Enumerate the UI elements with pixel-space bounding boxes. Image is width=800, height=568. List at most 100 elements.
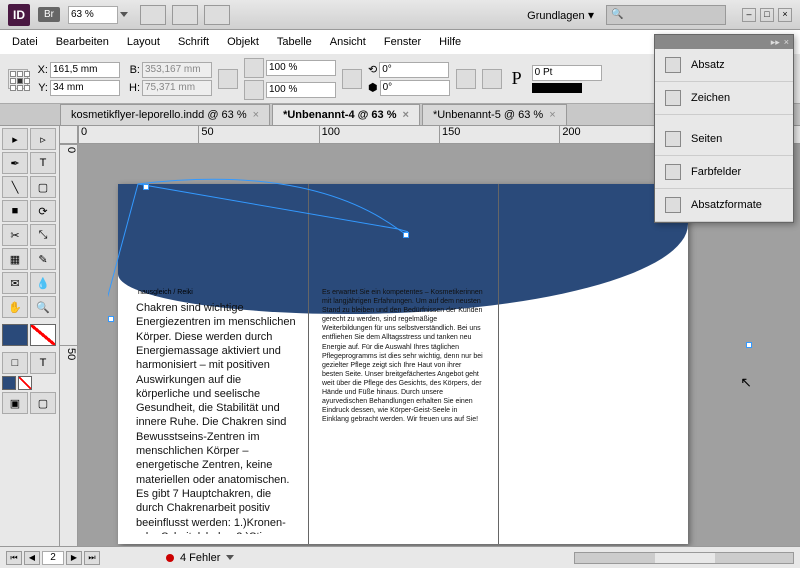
view-options-icon[interactable] [140,5,166,25]
panel-farbfelder[interactable]: Farbfelder [655,156,793,189]
zoom-input[interactable] [68,6,118,24]
ruler-origin[interactable] [60,126,78,144]
vertical-ruler[interactable]: 050 [60,144,78,546]
page-spread[interactable]: nausgleich / Reiki Chakren sind wichtige… [118,184,688,544]
apply-none[interactable] [18,376,32,390]
eyedropper-tool[interactable]: ✎ [30,248,56,270]
panel-seiten[interactable]: Seiten [655,123,793,156]
last-page-button[interactable]: ⏭ [84,551,100,565]
format-text-icon[interactable]: T [30,352,56,374]
preflight-status[interactable]: 4 Fehler [180,552,220,564]
chevron-down-icon[interactable] [226,555,234,560]
page-navigator[interactable]: ⏮ ◀ ▶ ⏭ [6,551,100,565]
height-input[interactable] [142,80,212,96]
rectangle-tool[interactable]: ■ [2,200,28,222]
pen-tool[interactable]: ✒ [2,152,28,174]
paragraph-icon: P [508,68,526,89]
frame-tool[interactable]: ▢ [30,176,56,198]
document-tab[interactable]: *Unbenannt-4 @ 63 %× [272,104,420,125]
maximize-button[interactable]: □ [760,8,774,22]
app-logo: ID [8,4,30,26]
bridge-button[interactable]: Br [38,7,60,22]
transform-tool[interactable]: ⤡ [30,224,56,246]
flip-v-icon[interactable] [482,69,502,89]
x-input[interactable] [50,62,120,78]
text-frame-1[interactable]: nausgleich / Reiki Chakren sind wichtige… [132,284,302,534]
stroke-weight-input[interactable] [532,65,602,81]
menu-datei[interactable]: Datei [12,36,38,48]
tab-close-icon[interactable]: × [549,109,555,121]
menu-tabelle[interactable]: Tabelle [277,36,312,48]
reference-point[interactable] [8,69,28,89]
zoom-tool[interactable]: 🔍 [30,296,56,318]
flip-h-icon[interactable] [456,69,476,89]
panel-icon [665,57,681,73]
menu-schrift[interactable]: Schrift [178,36,209,48]
document-tab[interactable]: *Unbenannt-5 @ 63 %× [422,104,567,125]
fill-swatch[interactable] [2,324,28,346]
link-scale-icon[interactable] [342,69,362,89]
anchor-point[interactable] [108,316,114,322]
horizontal-scrollbar[interactable] [574,552,794,564]
eyedropper2-tool[interactable]: 💧 [30,272,56,294]
close-button[interactable]: × [778,8,792,22]
tab-close-icon[interactable]: × [253,109,259,121]
hand-tool[interactable]: ✋ [2,296,28,318]
view-mode-preview[interactable]: ▢ [30,392,56,414]
panel-close-icon[interactable]: × [784,37,789,47]
tab-close-icon[interactable]: × [403,109,409,121]
menu-ansicht[interactable]: Ansicht [330,36,366,48]
panel-collapse-icon[interactable]: ▸▸ [771,37,780,48]
panel-dock[interactable]: ▸▸ × AbsatzZeichen SeitenFarbfelderAbsatzf… [654,34,794,223]
menu-bearbeiten[interactable]: Bearbeiten [56,36,109,48]
note-tool[interactable]: ✉ [2,272,28,294]
arrange-icon[interactable] [204,5,230,25]
menu-fenster[interactable]: Fenster [384,36,421,48]
menu-objekt[interactable]: Objekt [227,36,259,48]
type-tool[interactable]: T [30,152,56,174]
error-indicator-icon[interactable] [166,554,174,562]
line-tool[interactable]: ╲ [2,176,28,198]
prev-page-button[interactable]: ◀ [24,551,40,565]
panel-absatzformate[interactable]: Absatzformate [655,189,793,222]
panel-icon [665,197,681,213]
scissors-tool[interactable]: ✂ [2,224,28,246]
scale-y-icon [244,80,264,100]
search-input[interactable] [606,5,726,25]
view-mode-normal[interactable]: ▣ [2,392,28,414]
constrain-icon[interactable] [218,69,238,89]
text-frame-2[interactable]: Es erwartet Sie ein kompetentes – Kosmet… [318,284,488,534]
first-page-button[interactable]: ⏮ [6,551,22,565]
workspace-switcher[interactable]: Grundlagen ▾ [527,8,594,22]
direct-selection-tool[interactable]: ▹ [30,128,56,150]
rotate-tool[interactable]: ⟳ [30,200,56,222]
panel-icon [665,131,681,147]
minimize-button[interactable]: – [742,8,756,22]
scale-y-input[interactable] [266,82,336,98]
next-page-button[interactable]: ▶ [66,551,82,565]
selection-tool[interactable]: ▸ [2,128,28,150]
panel-zeichen[interactable]: Zeichen [655,82,793,115]
anchor-point[interactable] [143,184,149,190]
chevron-down-icon[interactable] [120,12,128,17]
menu-hilfe[interactable]: Hilfe [439,36,461,48]
panel-icon [665,164,681,180]
menu-layout[interactable]: Layout [127,36,160,48]
anchor-point[interactable] [403,232,409,238]
document-tab[interactable]: kosmetikflyer-leporello.indd @ 63 %× [60,104,270,125]
apply-color[interactable] [2,376,16,390]
screen-mode-icon[interactable] [172,5,198,25]
width-input[interactable] [142,62,212,78]
gradient-tool[interactable]: ▦ [2,248,28,270]
y-input[interactable] [50,80,120,96]
page-number-input[interactable] [42,551,64,565]
stroke-swatch[interactable] [30,324,56,346]
anchor-point[interactable] [746,342,752,348]
stroke-style[interactable] [532,83,582,93]
zoom-control[interactable] [68,6,128,24]
scale-x-input[interactable] [266,60,336,76]
panel-absatz[interactable]: Absatz [655,49,793,82]
format-container-icon[interactable]: □ [2,352,28,374]
rotation-input[interactable] [379,62,449,78]
shear-input[interactable] [380,80,450,96]
